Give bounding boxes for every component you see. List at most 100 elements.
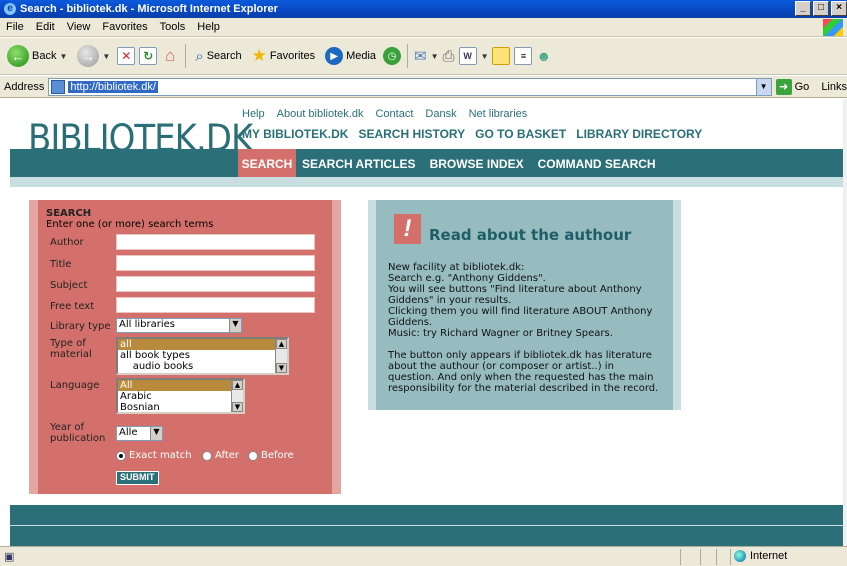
chevron-down-icon[interactable]: ▼ — [150, 427, 162, 440]
list-item[interactable]: all book types — [118, 350, 287, 361]
home-icon[interactable]: ⌂ — [161, 46, 179, 65]
radio-exact-match[interactable]: Exact match — [116, 450, 192, 461]
window-title: Search - bibliotek.dk - Microsoft Intern… — [20, 3, 278, 15]
word-edit-icon[interactable]: W — [458, 47, 477, 65]
list-item[interactable]: All — [118, 380, 243, 391]
chevron-down-icon[interactable]: ▼ — [431, 52, 439, 61]
link-net-libraries[interactable]: Net libraries — [469, 108, 528, 120]
tab-list: SEARCH ARTICLES BROWSE INDEX COMMAND SEA… — [302, 157, 656, 171]
maximize-button[interactable]: □ — [813, 1, 829, 16]
chevron-down-icon[interactable]: ▼ — [59, 52, 67, 61]
link-go-to-basket[interactable]: GO TO BASKET — [475, 127, 566, 141]
media-label: Media — [346, 50, 377, 62]
info-paragraph-2: The button only appears if bibliotek.dk … — [388, 350, 659, 394]
chevron-down-icon[interactable]: ▼ — [755, 78, 771, 95]
go-button[interactable]: ➜ Go — [775, 78, 809, 95]
page-icon — [51, 79, 66, 94]
tab-command-search[interactable]: COMMAND SEARCH — [538, 157, 656, 171]
menu-tools[interactable]: Tools — [160, 21, 186, 33]
chevron-down-icon[interactable]: ▼ — [229, 319, 241, 332]
scroll-up-icon[interactable]: ▲ — [232, 380, 243, 390]
go-arrow-icon: ➜ — [775, 78, 792, 95]
list-item[interactable]: audio books — [118, 361, 287, 372]
menu-view[interactable]: View — [67, 21, 91, 33]
subject-input[interactable] — [116, 276, 315, 292]
top-links: Help About bibliotek.dk Contact Dansk Ne… — [242, 108, 527, 120]
info-paragraph-1: New facility at bibliotek.dk: Search e.g… — [388, 262, 653, 339]
link-dansk[interactable]: Dansk — [425, 108, 456, 120]
listbox-scrollbar[interactable]: ▲ ▼ — [275, 339, 287, 373]
listbox-scrollbar[interactable]: ▲ ▼ — [231, 380, 243, 412]
media-button[interactable]: ▶ Media — [322, 42, 379, 70]
print-icon[interactable]: ⎙ — [443, 48, 455, 65]
menu-edit[interactable]: Edit — [36, 21, 55, 33]
stop-icon[interactable]: ✕ — [117, 47, 136, 65]
scroll-down-icon[interactable]: ▼ — [276, 363, 287, 373]
menu-help[interactable]: Help — [197, 21, 220, 33]
radio-after[interactable]: After — [202, 450, 239, 461]
link-library-directory[interactable]: LIBRARY DIRECTORY — [576, 127, 702, 141]
subject-label: Subject — [50, 280, 88, 291]
search-button[interactable]: ⌕ Search — [192, 42, 244, 70]
scroll-up-icon[interactable]: ▲ — [276, 339, 287, 349]
page-scrollbar[interactable] — [843, 99, 847, 546]
list-item[interactable]: Arabic — [118, 391, 243, 402]
scroll-down-icon[interactable]: ▼ — [232, 402, 243, 412]
radio-indicator[interactable] — [248, 450, 258, 461]
library-type-value: All libraries — [119, 319, 175, 330]
library-type-label: Library type — [50, 321, 111, 332]
refresh-icon[interactable]: ↻ — [139, 47, 158, 65]
list-item[interactable]: Bosnian — [118, 402, 243, 412]
security-zone: Internet — [734, 550, 787, 562]
toolbar-separator — [407, 44, 409, 68]
chevron-down-icon[interactable]: ▼ — [102, 52, 110, 61]
free-text-input[interactable] — [116, 297, 315, 313]
link-contact[interactable]: Contact — [375, 108, 413, 120]
menu-file[interactable]: File — [6, 21, 24, 33]
links-button[interactable]: Links — [821, 81, 847, 93]
mail-icon[interactable]: ✉ — [414, 47, 427, 65]
radio-indicator[interactable] — [202, 450, 212, 461]
back-label: Back — [32, 50, 57, 62]
minimize-button[interactable]: _ — [795, 1, 811, 16]
research-icon[interactable]: ≡ — [514, 47, 533, 65]
main-links: MY BIBLIOTEK.DK SEARCH HISTORY GO TO BAS… — [242, 127, 702, 141]
free-text-label: Free text — [50, 301, 95, 312]
messenger-icon[interactable]: ☻ — [536, 48, 551, 64]
list-item[interactable]: all — [118, 339, 287, 350]
address-url[interactable]: http://bibliotek.dk/ — [68, 80, 158, 93]
type-of-material-listbox[interactable]: all all book types audio books ▲ ▼ — [116, 337, 289, 375]
language-label: Language — [50, 380, 100, 391]
search-icon: ⌕ — [195, 47, 204, 65]
close-button[interactable]: × — [831, 1, 847, 16]
window-titlebar: e Search - bibliotek.dk - Microsoft Inte… — [0, 0, 847, 18]
chevron-down-icon[interactable]: ▼ — [481, 52, 489, 61]
link-help[interactable]: Help — [242, 108, 265, 120]
menu-favorites[interactable]: Favorites — [102, 21, 147, 33]
radio-indicator[interactable] — [116, 450, 126, 461]
nav-tabs-bar: SEARCH SEARCH ARTICLES BROWSE INDEX COMM… — [10, 149, 847, 183]
author-input[interactable] — [116, 234, 315, 250]
tab-search-articles[interactable]: SEARCH ARTICLES — [302, 157, 416, 171]
library-type-select[interactable]: All libraries ▼ — [116, 318, 242, 333]
favorites-button[interactable]: ★ Favorites — [249, 42, 319, 70]
language-listbox[interactable]: All Arabic Bosnian ▲ ▼ — [116, 378, 245, 414]
link-my-bibliotek[interactable]: MY BIBLIOTEK.DK — [242, 127, 348, 141]
link-about[interactable]: About bibliotek.dk — [277, 108, 364, 120]
forward-button[interactable]: → ▼ — [74, 42, 113, 70]
back-button[interactable]: ← Back ▼ — [4, 42, 70, 70]
year-select[interactable]: Alle ▼ — [116, 426, 163, 441]
radio-before[interactable]: Before — [248, 450, 294, 461]
history-icon[interactable]: ◷ — [383, 47, 402, 65]
status-divider — [730, 549, 731, 565]
tab-browse-index[interactable]: BROWSE INDEX — [430, 157, 524, 171]
address-input[interactable]: http://bibliotek.dk/ ▼ — [48, 77, 772, 96]
author-label: Author — [50, 237, 84, 248]
title-input[interactable] — [116, 255, 315, 271]
link-search-history[interactable]: SEARCH HISTORY — [358, 127, 465, 141]
year-value: Alle — [119, 427, 138, 438]
submit-button[interactable]: SUBMIT — [116, 471, 159, 485]
folder-icon[interactable] — [492, 47, 511, 65]
forward-arrow-icon: → — [77, 45, 100, 67]
search-form-title: SEARCH — [46, 208, 92, 219]
